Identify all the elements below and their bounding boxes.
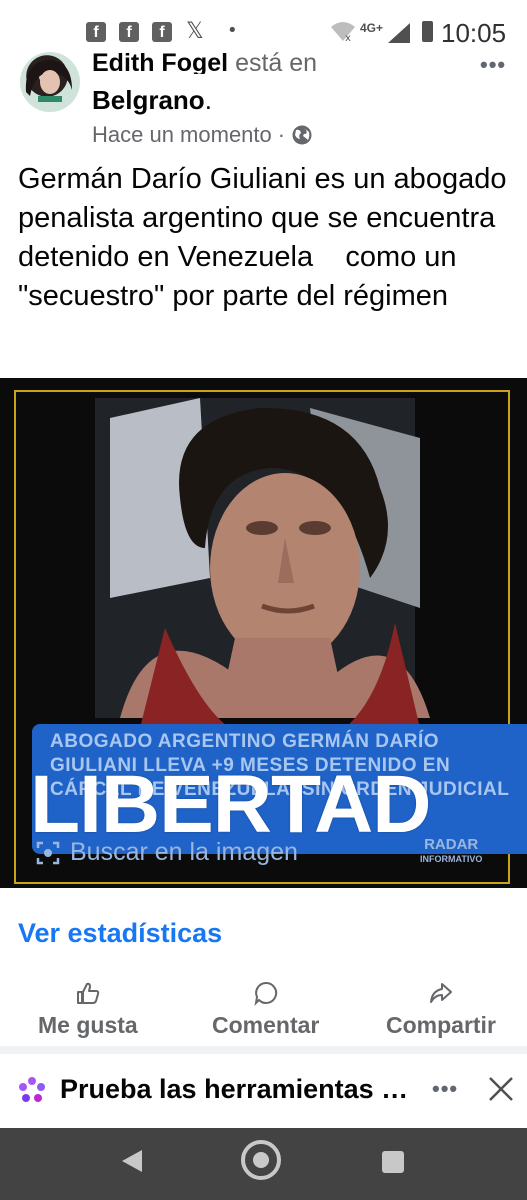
post-more-button[interactable]: ••• xyxy=(480,52,506,78)
share-label: Compartir xyxy=(386,1012,496,1038)
clock: 10:05 xyxy=(441,18,507,48)
comment-icon xyxy=(254,981,277,1006)
comment-label: Comentar xyxy=(212,1012,320,1038)
location-name[interactable]: Belgrano xyxy=(92,85,205,115)
watermark: RADAR INFORMATIVO xyxy=(420,836,483,866)
meta-separator: · xyxy=(277,122,286,147)
status-bar: f f f 𝕏 • x 4G+ 10:05 xyxy=(0,0,527,48)
post-image[interactable]: ABOGADO ARGENTINO GERMÁN DARÍO GIULIANI … xyxy=(0,378,527,888)
battery-icon xyxy=(422,21,433,42)
post-meta: Hace un momento · xyxy=(92,122,313,148)
network-type: 4G+ xyxy=(360,21,384,35)
signal-icon xyxy=(388,23,410,43)
notification-dot-icon: • xyxy=(227,20,238,41)
author-verb: está en xyxy=(235,50,318,74)
thumbs-up-icon xyxy=(76,982,100,1004)
like-label: Me gusta xyxy=(38,1012,138,1038)
share-button[interactable]: Compartir xyxy=(386,980,496,1039)
author-name[interactable]: Edith Fogel xyxy=(92,50,228,74)
post-author-line[interactable]: Edith Fogel está en xyxy=(92,50,317,74)
svg-text:x: x xyxy=(345,33,351,42)
watermark-subtitle: INFORMATIVO xyxy=(420,854,483,864)
wifi-icon: x xyxy=(331,22,355,42)
facebook-icon: f xyxy=(119,22,139,42)
meta-business-icon xyxy=(19,1077,45,1102)
like-button[interactable]: Me gusta xyxy=(38,980,138,1039)
comment-button[interactable]: Comentar xyxy=(212,980,319,1039)
avatar-image xyxy=(25,60,72,102)
share-icon xyxy=(429,983,452,1003)
recent-apps-button[interactable] xyxy=(382,1151,404,1173)
promo-text[interactable]: Prueba las herramientas de Meta Business… xyxy=(60,1074,410,1105)
lens-search-button[interactable]: Buscar en la imagen xyxy=(36,838,298,867)
lens-search-label: Buscar en la imagen xyxy=(70,838,298,866)
view-stats-link[interactable]: Ver estadísticas xyxy=(18,918,222,949)
lens-icon xyxy=(36,841,60,864)
promo-more-button[interactable]: ••• xyxy=(432,1076,458,1102)
facebook-icon: f xyxy=(86,22,106,42)
globe-icon[interactable] xyxy=(291,124,313,146)
close-icon[interactable] xyxy=(486,1072,516,1106)
location-suffix: . xyxy=(204,85,212,115)
post-timestamp[interactable]: Hace un momento xyxy=(92,122,272,148)
x-icon: 𝕏 xyxy=(186,19,204,44)
avatar[interactable] xyxy=(20,52,80,112)
back-icon[interactable] xyxy=(120,1148,144,1174)
post-text: Germán Darío Giuliani es un abogado pena… xyxy=(18,163,515,312)
home-button[interactable] xyxy=(241,1140,281,1180)
watermark-title: RADAR xyxy=(424,836,479,853)
post-location[interactable]: Belgrano. xyxy=(92,85,212,116)
section-divider xyxy=(0,1046,527,1054)
facebook-icon: f xyxy=(152,22,172,42)
